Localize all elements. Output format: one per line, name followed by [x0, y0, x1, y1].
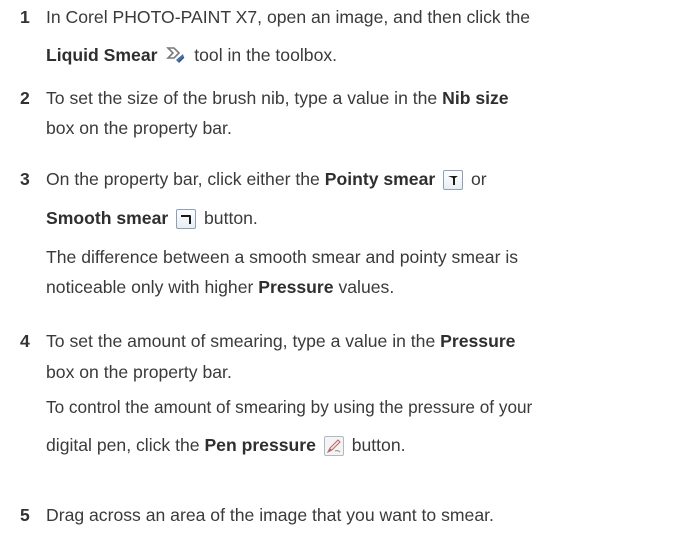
tool-name: Liquid Smear [46, 45, 158, 65]
button-name: Smooth smear [46, 208, 169, 228]
note-text: noticeable only with higher [46, 277, 254, 297]
step-1-line-2: Liquid Smear tool in the toolbox. [46, 34, 530, 76]
note-text: button. [351, 435, 406, 455]
step-3-line-2: Smooth smear button. [46, 196, 518, 240]
step-text: To set the size of the brush nib, type a… [46, 88, 438, 108]
step-5: 5 Drag across an area of the image that … [0, 498, 502, 532]
step-number: 2 [20, 88, 30, 108]
step-text: box on the property bar. [46, 118, 232, 138]
step-3-note-line-1: The difference between a smooth smear an… [46, 240, 518, 274]
step-4-note-line-2: digital pen, click the Pen pressure butt… [46, 428, 532, 462]
step-text: tool in the toolbox. [194, 45, 338, 65]
step-3-line-1: On the property bar, click either the Po… [46, 162, 518, 196]
note-text: To control the amount of smearing by usi… [46, 397, 533, 417]
step-number: 1 [20, 7, 30, 27]
step-1: 1 In Corel PHOTO-PAINT X7, open an image… [0, 0, 538, 76]
field-name: Nib size [442, 88, 509, 108]
pen-pressure-icon [323, 436, 344, 456]
step-2: 2 To set the size of the brush nib, type… [0, 81, 517, 142]
field-name: Pressure [258, 277, 334, 297]
field-name: Pressure [440, 331, 516, 351]
step-3-note-line-2: noticeable only with higher Pressure val… [46, 274, 518, 300]
step-4-line-2: box on the property bar. [46, 358, 532, 386]
step-text: In Corel PHOTO-PAINT X7, open an image, … [46, 7, 531, 27]
note-text: digital pen, click the [46, 435, 200, 455]
note-text: values. [338, 277, 395, 297]
step-number: 4 [20, 331, 30, 351]
step-4-note-line-1: To control the amount of smearing by usi… [46, 386, 532, 428]
step-text: button. [204, 208, 258, 228]
step-4-line-1: To set the amount of smearing, type a va… [46, 324, 532, 358]
smooth-smear-icon [176, 209, 197, 229]
step-number: 3 [20, 169, 30, 189]
step-4: 4 To set the amount of smearing, type a … [0, 324, 540, 462]
pointy-smear-icon [443, 170, 464, 190]
button-name: Pointy smear [324, 169, 436, 189]
step-1-line-1: In Corel PHOTO-PAINT X7, open an image, … [46, 0, 530, 34]
button-name: Pen pressure [204, 435, 316, 455]
step-5-line-1: Drag across an area of the image that yo… [46, 498, 494, 532]
step-number: 5 [20, 505, 30, 525]
step-2-line-1: To set the size of the brush nib, type a… [46, 81, 509, 115]
step-text: Drag across an area of the image that yo… [46, 505, 494, 525]
note-text: The difference between a smooth smear an… [46, 247, 519, 267]
step-3: 3 On the property bar, click either the … [0, 162, 526, 300]
step-text: On the property bar, click either the [46, 169, 320, 189]
step-text: or [471, 169, 487, 189]
liquid-smear-icon [165, 38, 186, 63]
step-2-line-2: box on the property bar. [46, 115, 509, 142]
step-text: To set the amount of smearing, type a va… [46, 331, 436, 351]
step-text: box on the property bar. [46, 362, 232, 382]
